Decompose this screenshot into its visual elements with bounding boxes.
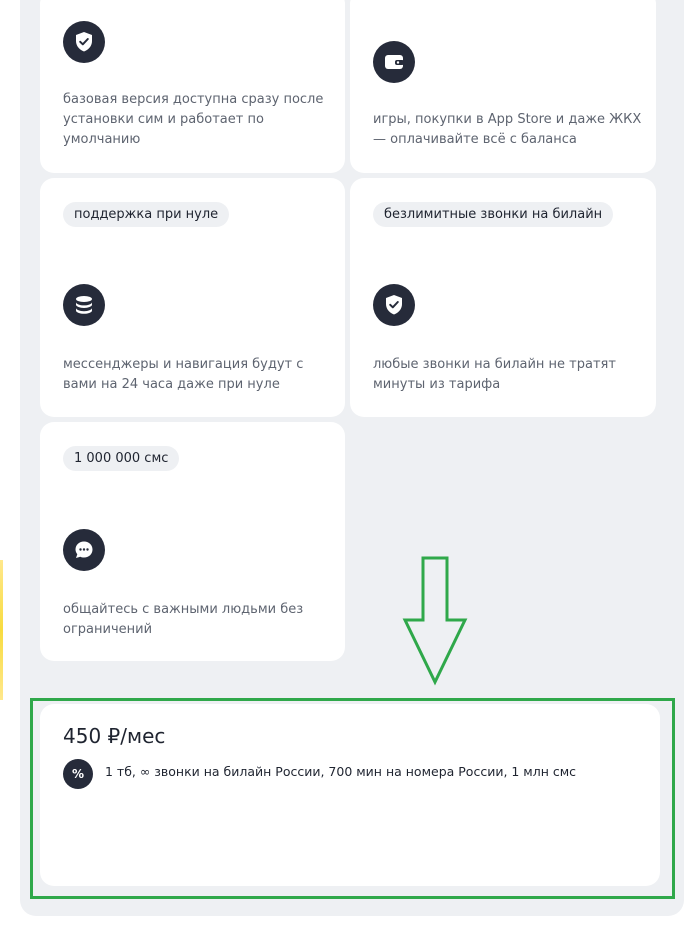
wallet-icon xyxy=(373,41,415,83)
feature-card: безлимитные звонки на билайн любые звонк… xyxy=(350,178,656,417)
feature-chip: безлимитные звонки на билайн xyxy=(373,202,614,227)
feature-chip: поддержка при нуле xyxy=(63,202,230,227)
feature-card: игры, покупки в App Store и даже ЖКХ — о… xyxy=(350,0,656,173)
down-arrow-annotation xyxy=(402,556,468,686)
card-description: любые звонки на билайн не тратят минуты … xyxy=(373,357,616,392)
card-description: базовая версия доступна сразу после уста… xyxy=(63,92,324,147)
card-description: игры, покупки в App Store и даже ЖКХ — о… xyxy=(373,112,642,147)
feature-card: поддержка при нуле мессенджеры и навигац… xyxy=(40,178,345,417)
edge-accent xyxy=(0,560,3,700)
feature-card: 1 000 000 смс общайтесь с важными людьми… xyxy=(40,422,345,661)
card-description: общайтесь с важными людьми без ограничен… xyxy=(63,602,304,637)
highlight-box xyxy=(30,698,675,899)
shield-check-icon xyxy=(63,21,105,63)
card-description: мессенджеры и навигация будут с вами на … xyxy=(63,357,304,392)
shield-check-icon xyxy=(373,284,415,326)
database-icon xyxy=(63,284,105,326)
feature-card: базовая версия доступна сразу после уста… xyxy=(40,0,345,173)
feature-chip: 1 000 000 смс xyxy=(63,446,180,471)
chat-bubble-icon xyxy=(63,529,105,571)
